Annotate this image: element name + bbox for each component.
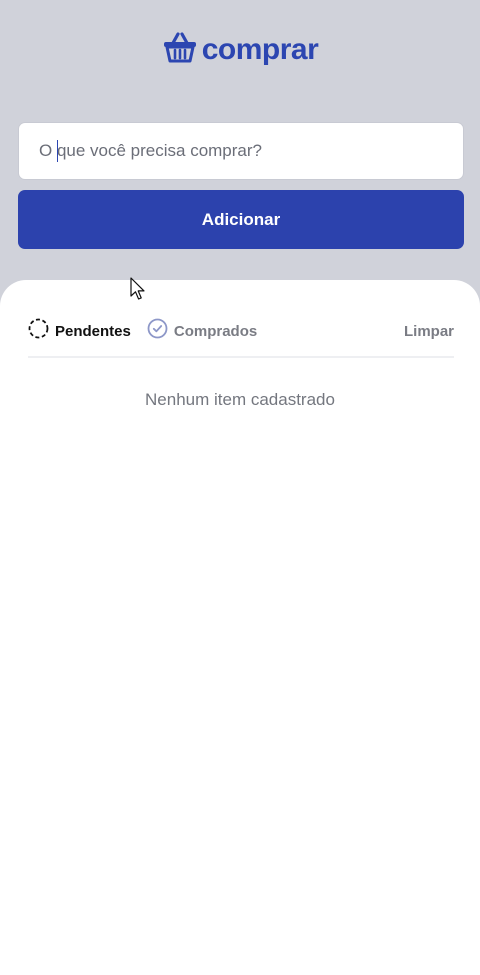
filter-tabs: Pendentes Comprados Limpar (28, 318, 454, 344)
tab-bought-label: Comprados (173, 322, 258, 340)
app-screen: comprar Adicionar Pendentes (0, 0, 480, 975)
item-input-field[interactable] (18, 122, 464, 180)
clear-button[interactable]: Limpar (404, 323, 454, 340)
item-input[interactable] (19, 123, 463, 179)
mouse-pointer-icon (130, 277, 146, 306)
divider (28, 356, 454, 358)
text-caret (57, 140, 58, 162)
empty-list-message: Nenhum item cadastrado (145, 390, 335, 409)
basket-icon (162, 30, 198, 69)
tab-bought[interactable]: Comprados (147, 318, 257, 344)
list-panel: Pendentes Comprados Limpar Nenhum item c… (0, 280, 480, 975)
add-button[interactable]: Adicionar (18, 190, 464, 249)
dashed-circle-icon (28, 318, 49, 344)
check-circle-icon (147, 318, 168, 344)
tab-pending[interactable]: Pendentes (28, 318, 131, 344)
logo-text: comprar (201, 32, 319, 66)
app-logo: comprar (0, 30, 480, 69)
tab-pending-label: Pendentes (55, 322, 131, 340)
